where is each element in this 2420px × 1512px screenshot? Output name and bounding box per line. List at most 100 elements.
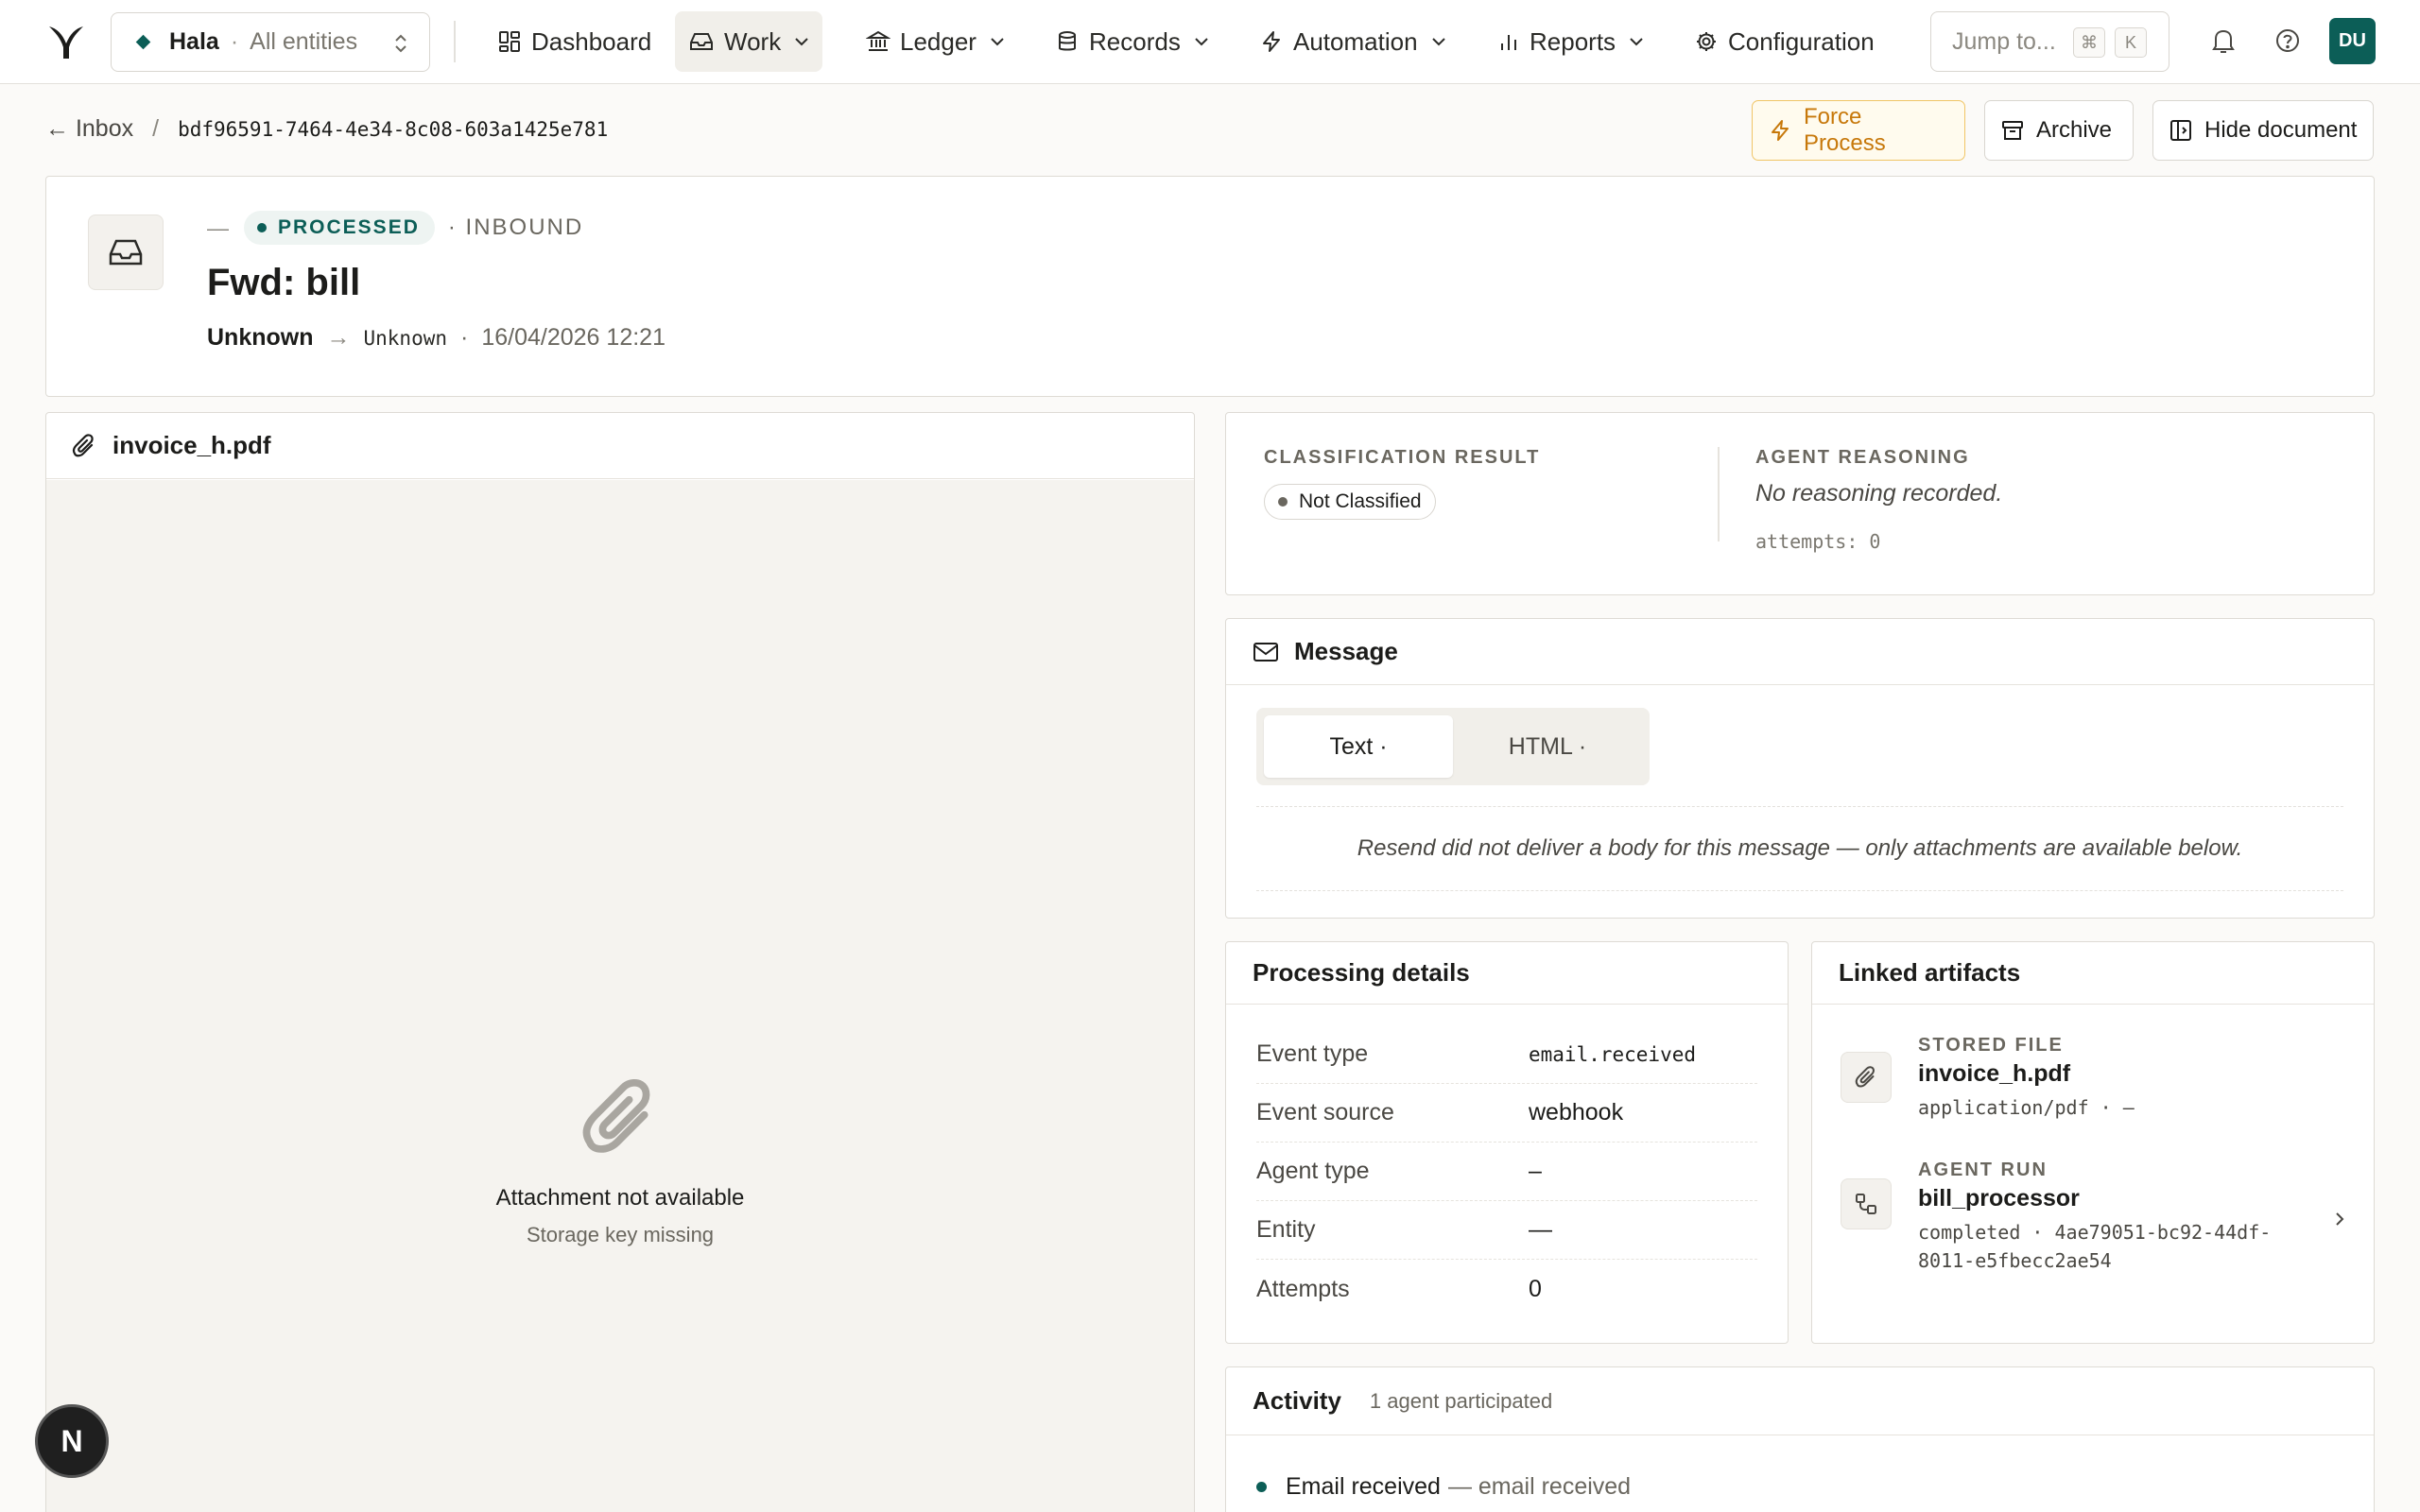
nav-records[interactable]: Records [1042, 11, 1222, 72]
artifact-agent-run[interactable]: AGENT RUN bill_processor completed · 4ae… [1841, 1160, 2345, 1273]
message-format-tabs: Text · HTML · [1256, 708, 1650, 785]
message-id: bdf96591-7464-4e34-8c08-603a1425e781 [178, 117, 609, 141]
artifacts-header: Linked artifacts [1812, 942, 2374, 1005]
classification-badge: Not Classified [1264, 484, 1436, 520]
classification-result: CLASSIFICATION RESULT Not Classified [1264, 447, 1540, 520]
status-badge: PROCESSED [244, 211, 435, 245]
dev-tools-badge[interactable]: N [35, 1404, 109, 1478]
nav-ledger[interactable]: Ledger [853, 11, 1018, 72]
reasoning-label: AGENT REASONING [1755, 447, 1970, 468]
app-logo[interactable] [47, 23, 85, 60]
nav-ledger-label: Ledger [900, 26, 977, 56]
message-body: Resend did not deliver a body for this m… [1256, 806, 2343, 891]
paperclip-icon [71, 433, 97, 459]
nav-configuration[interactable]: Configuration [1681, 11, 1888, 72]
nav-automation[interactable]: Automation [1246, 11, 1460, 72]
message-card: Message Text · HTML · Resend did not del… [1225, 618, 2375, 919]
attempts-count: attempts: 0 [1755, 530, 1881, 553]
classification-card: CLASSIFICATION RESULT Not Classified AGE… [1225, 412, 2375, 595]
force-process-button[interactable]: Force Process [1752, 100, 1965, 161]
activity-item-meta: — email received [1447, 1473, 1632, 1500]
kbd-cmd: ⌘ [2073, 27, 2105, 58]
recipient: Unknown [363, 326, 448, 350]
breadcrumb: ← Inbox / bdf96591-7464-4e34-8c08-603a14… [45, 115, 609, 143]
archive-label: Archive [2036, 117, 2113, 143]
layout-grid-icon [497, 29, 522, 54]
nav-reports[interactable]: Reports [1484, 11, 1657, 72]
force-process-label: Force Process [1804, 104, 1886, 156]
processing-details-card: Processing details Event type email.rece… [1225, 941, 1789, 1344]
sender: Unknown [207, 324, 314, 351]
kbd-k: K [2115, 27, 2147, 58]
bar-chart-icon [1497, 29, 1520, 54]
artifacts-title: Linked artifacts [1839, 958, 2021, 987]
agent-reasoning: AGENT REASONING No reasoning recorded. a… [1755, 447, 2002, 553]
chevron-down-icon [1431, 37, 1446, 46]
inbox-icon [688, 29, 715, 54]
hide-document-button[interactable]: Hide document [2152, 100, 2374, 161]
message-header: Message [1226, 619, 2374, 685]
activity-item: Email received — email received [1256, 1473, 1631, 1501]
nav-dashboard[interactable]: Dashboard [484, 11, 665, 72]
paperclip-icon [1841, 1052, 1892, 1103]
status-dot [257, 223, 267, 232]
panel-right-icon [2169, 118, 2193, 143]
nav-configuration-label: Configuration [1728, 26, 1875, 56]
zap-icon [1768, 118, 1792, 143]
message-subject: Fwd: bill [207, 262, 361, 303]
help-icon[interactable] [2273, 26, 2302, 56]
user-avatar[interactable]: DU [2329, 18, 2376, 64]
back-to-inbox-link[interactable]: ← Inbox [45, 115, 133, 143]
entity-switcher[interactable]: Hala · All entities [111, 12, 430, 72]
linked-artifacts-card: Linked artifacts STORED FILE invoice_h.p… [1811, 941, 2375, 1344]
message-header-card: — PROCESSED · INBOUND Fwd: bill Unknown … [45, 176, 2375, 397]
detail-row-entity: Entity — [1256, 1201, 1757, 1260]
logo-icon [49, 26, 83, 59]
top-navigation: Hala · All entities Dashboard Work Ledge… [0, 0, 2420, 84]
jump-to-search[interactable]: Jump to... ⌘ K [1930, 11, 2169, 72]
classification-label: CLASSIFICATION RESULT [1264, 447, 1541, 468]
entity-scope: All entities [250, 28, 358, 55]
detail-row-event-source: Event source webhook [1256, 1084, 1757, 1143]
agent-run-name: bill_processor [1918, 1185, 2080, 1211]
activity-item-title: Email received [1286, 1473, 1441, 1500]
stored-file-name: invoice_h.pdf [1918, 1060, 2071, 1087]
attachment-filename: invoice_h.pdf [112, 431, 271, 459]
chevron-down-icon [1194, 37, 1209, 46]
received-timestamp: 16/04/2026 12:21 [481, 324, 666, 351]
activity-summary: 1 agent participated [1369, 1388, 1553, 1413]
tab-text[interactable]: Text · [1264, 715, 1453, 778]
nav-automation-label: Automation [1293, 26, 1418, 56]
stored-file-meta: application/pdf · — [1918, 1096, 2135, 1119]
paperclip-icon [582, 1078, 650, 1153]
entity-name: Hala [169, 28, 219, 55]
bell-icon[interactable] [2210, 26, 2237, 56]
nav-work[interactable]: Work [675, 11, 823, 72]
artifact-stored-file[interactable]: STORED FILE invoice_h.pdf application/pd… [1841, 1035, 2345, 1129]
hide-document-label: Hide document [2204, 117, 2358, 143]
chevron-down-icon [1629, 37, 1644, 46]
direction-label: · INBOUND [447, 215, 584, 240]
nav-dashboard-label: Dashboard [531, 26, 652, 56]
message-title: Message [1294, 637, 1398, 665]
jump-placeholder: Jump to... [1952, 27, 2056, 55]
detail-row-agent-type: Agent type – [1256, 1143, 1757, 1201]
archive-button[interactable]: Archive [1984, 100, 2134, 161]
gear-icon [1694, 29, 1719, 54]
attachment-empty-state: Attachment not available Storage key mis… [46, 1075, 1194, 1247]
attachment-preview-area: Attachment not available Storage key mis… [46, 480, 1194, 1512]
detail-row-event-type: Event type email.received [1256, 1025, 1757, 1084]
attachment-panel: invoice_h.pdf Attachment not available S… [45, 412, 1195, 1512]
agent-run-meta: completed · 4ae79051-bc92-44df-8011-e5fb… [1918, 1221, 2272, 1272]
message-meta: Unknown → Unknown · 16/04/2026 12:21 [207, 324, 666, 351]
chevron-down-icon [990, 37, 1005, 46]
divider [1718, 447, 1720, 541]
archive-icon [2000, 118, 2025, 143]
detail-row-attempts: Attempts 0 [1256, 1275, 1542, 1302]
nav-reports-label: Reports [1530, 26, 1616, 56]
tab-html[interactable]: HTML · [1453, 715, 1642, 778]
nav-records-label: Records [1089, 26, 1181, 56]
attachment-empty-subtitle: Storage key missing [526, 1223, 715, 1246]
chevrons-up-down-icon [393, 32, 408, 55]
inbox-icon [88, 215, 164, 290]
